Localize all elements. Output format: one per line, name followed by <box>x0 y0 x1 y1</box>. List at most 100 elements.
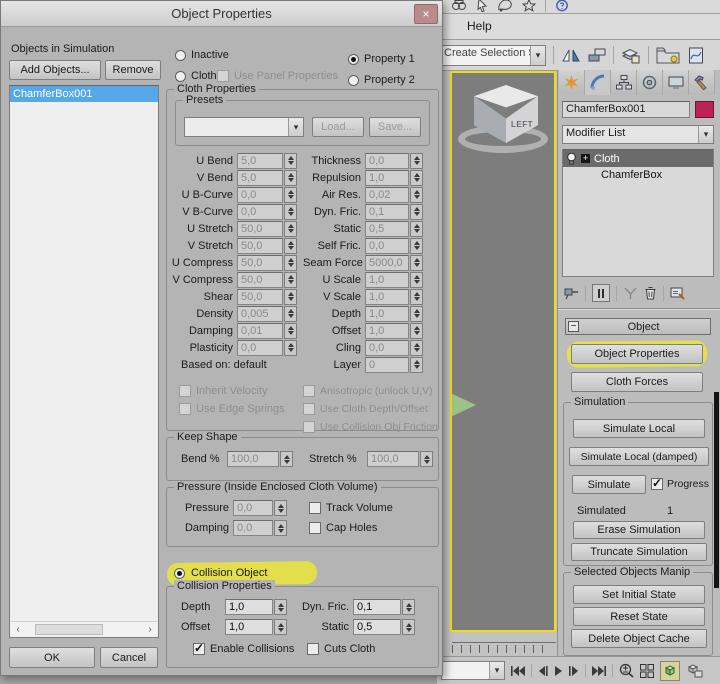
time-combo[interactable] <box>441 661 505 680</box>
collapse-icon[interactable] <box>568 321 579 332</box>
bend-field[interactable]: 100,0 <box>227 451 279 467</box>
use-panel-properties-checkbox[interactable] <box>217 70 229 82</box>
zoom-icon[interactable] <box>619 663 634 678</box>
visibility-bulb-icon[interactable] <box>566 152 577 165</box>
checkbox-row[interactable]: Use Edge Springs <box>179 400 285 418</box>
viewport[interactable]: LEFT <box>450 71 556 632</box>
checkbox-row[interactable]: Use Cloth Depth/Offset <box>303 400 438 418</box>
spinner[interactable] <box>410 170 423 186</box>
spinner[interactable] <box>284 272 297 288</box>
object-color-swatch[interactable] <box>695 101 714 118</box>
spinner[interactable] <box>284 170 297 186</box>
param-field[interactable]: 0,0 <box>237 204 283 220</box>
tab-create[interactable] <box>559 70 585 95</box>
spinner[interactable] <box>284 221 297 237</box>
param-field[interactable]: 50,0 <box>237 255 283 271</box>
scene-explorer-icon[interactable] <box>656 46 680 64</box>
stretch-field[interactable]: 100,0 <box>367 451 419 467</box>
cancel-button[interactable]: Cancel <box>100 647 158 668</box>
spinner[interactable] <box>420 451 433 467</box>
chevron-down-icon[interactable] <box>288 118 303 136</box>
simulate-local-button[interactable]: Simulate Local <box>573 419 705 438</box>
spinner[interactable] <box>410 289 423 305</box>
checkbox-row[interactable]: Inherit Velocity <box>179 382 285 400</box>
zoom-extents-all-icon[interactable] <box>686 663 703 678</box>
ok-button[interactable]: OK <box>9 647 95 668</box>
inactive-radio[interactable] <box>175 50 186 61</box>
spinner[interactable] <box>274 520 287 536</box>
spinner[interactable] <box>274 500 287 516</box>
spinner[interactable] <box>284 289 297 305</box>
simulate-button[interactable]: Simulate <box>572 475 646 494</box>
param-field[interactable]: 0,0 <box>365 340 409 356</box>
remove-button[interactable]: Remove <box>105 60 161 80</box>
param-field[interactable]: 1,0 <box>365 170 409 186</box>
object-name-field[interactable]: ChamferBox001 <box>562 101 690 118</box>
param-field[interactable]: 0,005 <box>237 306 283 322</box>
stack-row-cloth[interactable]: Cloth <box>563 150 713 167</box>
close-icon[interactable] <box>414 4 438 24</box>
menu-help[interactable]: Help <box>467 14 492 39</box>
select-object-icon[interactable] <box>476 0 488 12</box>
chevron-down-icon[interactable] <box>530 46 545 65</box>
spinner[interactable] <box>280 451 293 467</box>
spinner[interactable] <box>284 204 297 220</box>
param-field[interactable]: 50,0 <box>237 238 283 254</box>
tab-motion[interactable] <box>637 70 663 95</box>
use-panel-properties-row[interactable]: Use Panel Properties <box>217 70 338 82</box>
progress-checkbox[interactable] <box>651 478 663 490</box>
param-field[interactable]: 0,0 <box>365 238 409 254</box>
param-field[interactable]: 0,1 <box>365 204 409 220</box>
inactive-radio-row[interactable]: Inactive <box>175 49 229 61</box>
scroll-thumb[interactable] <box>35 624 103 635</box>
spinner[interactable] <box>402 619 415 635</box>
spinner[interactable] <box>410 238 423 254</box>
help-icon[interactable] <box>555 0 569 12</box>
curve-editor-icon[interactable] <box>689 47 703 64</box>
param-field[interactable]: 0,0 <box>365 153 409 169</box>
checkbox-row[interactable]: Use Collision Obj Friction <box>303 418 438 436</box>
param-field[interactable]: 1,0 <box>365 272 409 288</box>
scroll-track[interactable] <box>25 622 143 636</box>
param-field[interactable]: 1,0 <box>365 289 409 305</box>
param-field[interactable]: 0,02 <box>365 187 409 203</box>
property2-radio-row[interactable]: Property 2 <box>348 74 415 86</box>
param-field[interactable]: 0,0 <box>237 187 283 203</box>
pressure-option-checkbox[interactable] <box>309 522 321 534</box>
expand-icon[interactable] <box>581 154 590 163</box>
param-field[interactable]: 0,01 <box>237 323 283 339</box>
reset-state-button[interactable]: Reset State <box>573 607 705 626</box>
remove-modifier-icon[interactable] <box>644 286 657 300</box>
property1-radio-row[interactable]: Property 1 <box>348 53 415 65</box>
simulation-objects-list[interactable]: ChamferBox001 ‹ › <box>9 85 159 638</box>
spinner[interactable] <box>410 340 423 356</box>
modifier-list-combo[interactable]: Modifier List <box>562 125 714 144</box>
play-icon[interactable] <box>554 666 563 676</box>
go-to-start-icon[interactable] <box>511 666 525 676</box>
zoom-extents-icon[interactable] <box>660 661 680 681</box>
show-end-result-icon[interactable] <box>592 284 610 302</box>
enable-collisions-checkbox[interactable] <box>193 643 205 655</box>
spinner[interactable] <box>402 599 415 615</box>
viewcube-cube[interactable]: LEFT <box>474 85 538 143</box>
mirror-icon[interactable] <box>561 47 581 63</box>
configure-modifier-sets-icon[interactable] <box>670 286 686 300</box>
scroll-right-icon[interactable]: › <box>143 624 157 635</box>
simulate-local-damped-button[interactable]: Simulate Local (damped) <box>569 447 709 466</box>
cuts-cloth-row[interactable]: Cuts Cloth <box>307 643 375 655</box>
cloth-radio[interactable] <box>175 71 186 82</box>
param-field[interactable]: 0,5 <box>365 221 409 237</box>
layer-manager-icon[interactable] <box>621 47 641 64</box>
spinner[interactable] <box>284 255 297 271</box>
property1-radio[interactable] <box>348 54 359 65</box>
tab-hierarchy[interactable] <box>611 70 637 95</box>
cloth-forces-button[interactable]: Cloth Forces <box>571 372 703 392</box>
spinner[interactable] <box>274 599 287 615</box>
enable-collisions-row[interactable]: Enable Collisions <box>193 643 294 655</box>
collision-object-radio[interactable] <box>174 568 185 579</box>
param-field[interactable]: 1,0 <box>365 323 409 339</box>
named-selection-star-icon[interactable] <box>522 0 536 12</box>
collision-param-field[interactable]: 1,0 <box>225 619 273 635</box>
tab-utilities[interactable] <box>689 70 715 95</box>
param-field[interactable]: 0 <box>365 357 409 373</box>
